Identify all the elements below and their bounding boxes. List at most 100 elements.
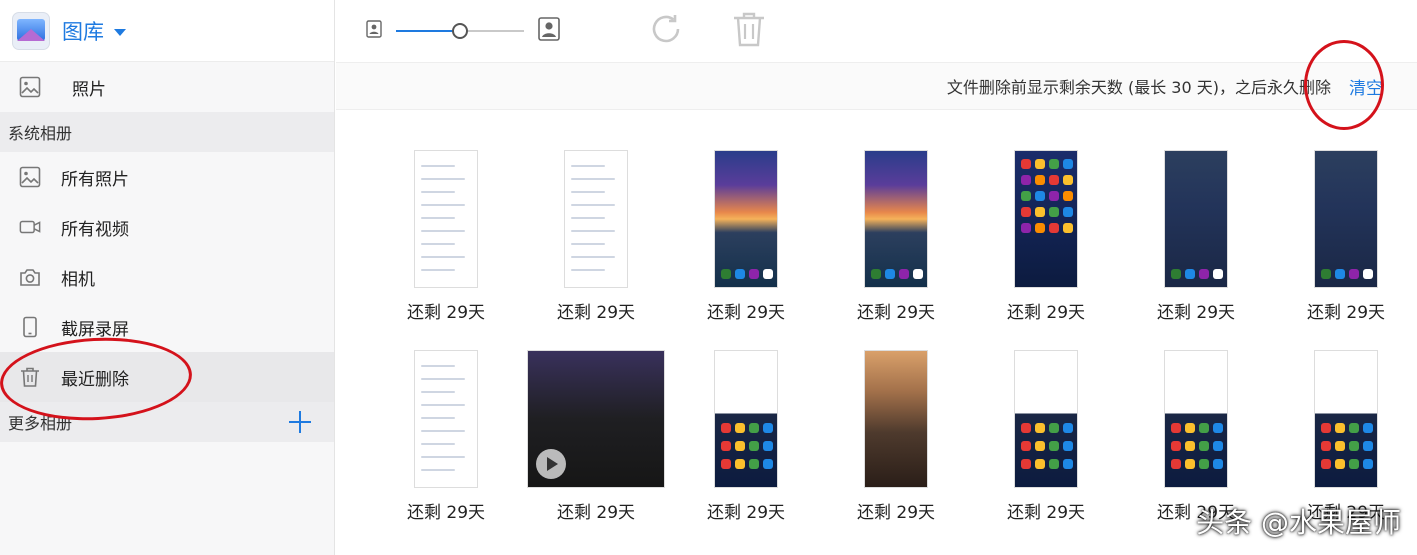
gallery-logo-icon [12,11,50,50]
app-icon [1021,175,1031,185]
grid-item[interactable]: 还剩 29天 [536,150,656,323]
thumbnail-size-slider[interactable] [396,21,524,41]
quick-settings-thumbnail[interactable] [1164,350,1228,488]
lockscreen-dark-thumbnail[interactable] [1164,150,1228,288]
sidebar-item-label: 截屏录屏 [61,319,129,340]
grid-item[interactable]: 还剩 29天 [1136,150,1256,323]
clear-button[interactable]: 清空 [1349,74,1383,99]
grid-item[interactable]: 还剩 29天 [1286,350,1406,523]
grid-item[interactable]: 还剩 29天 [1286,150,1406,323]
settings-screenshot-thumbnail[interactable] [564,150,628,288]
quick-settings-thumbnail[interactable] [714,350,778,488]
app-icon [1199,423,1209,433]
app-icon [1213,441,1223,451]
sidebar-item-label: 所有视频 [61,219,129,240]
delete-button[interactable] [732,11,766,51]
app-icon [1035,175,1045,185]
app-icon [1363,441,1373,451]
app-icon [1199,459,1209,469]
watermark-text: 头条 @水果屋师 [1196,506,1401,539]
app-icon [1171,423,1181,433]
sidebar-item-label: 照片 [72,79,106,100]
dock-icon [1171,269,1181,279]
toolbar [336,0,1417,62]
chevron-down-icon[interactable] [114,28,126,36]
app-icon [1021,191,1031,201]
content-line [571,178,615,180]
sidebar-item-recently-deleted[interactable]: 最近删除 [0,352,334,402]
app-icon [1063,191,1073,201]
lockscreen-sunset-thumbnail[interactable] [714,150,778,288]
section-system-albums: 系统相册 [0,112,334,152]
video-thumbnail[interactable] [527,350,665,488]
settings-screenshot-thumbnail[interactable] [414,150,478,288]
play-icon[interactable] [536,449,566,479]
lockscreen-dark-thumbnail[interactable] [1314,150,1378,288]
homescreen-thumbnail[interactable] [1014,150,1078,288]
grid-item[interactable]: 还剩 29天 [386,150,506,323]
content-line [421,365,455,367]
dock-icon [721,269,731,279]
app-icon [1063,223,1073,233]
dock-icon [871,269,881,279]
sidebar-item-all-videos[interactable]: 所有视频 [0,202,334,252]
grid-item[interactable]: 还剩 29天 [686,150,806,323]
app-icon [1049,423,1059,433]
content-line [421,469,455,471]
content-line [421,430,465,432]
app-icon [749,423,759,433]
days-remaining-label: 还剩 29天 [1306,303,1386,323]
app-icon [1199,441,1209,451]
quick-settings-thumbnail[interactable] [1314,350,1378,488]
content-line [421,178,465,180]
app-icon [1171,459,1181,469]
restore-button[interactable] [648,11,684,51]
grid-item[interactable]: 还剩 29天 [986,350,1106,523]
app-icon [1335,441,1345,451]
grid-item[interactable]: 还剩 29天 [1136,350,1256,523]
content-line [421,217,455,219]
grid-item[interactable]: 还剩 29天 [836,150,956,323]
sidebar-item-screenshots[interactable]: 截屏录屏 [0,302,334,352]
sidebar-item-camera[interactable]: 相机 [0,252,334,302]
app-icon [1321,441,1331,451]
sidebar-item-photos[interactable]: 照片 [0,62,334,112]
grid-item[interactable]: 还剩 29天 [386,350,506,523]
add-album-plus-icon[interactable] [288,410,312,434]
lockscreen-rocks-thumbnail[interactable] [864,350,928,488]
grid-item[interactable]: 还剩 29天 [986,150,1106,323]
grid-item[interactable]: 还剩 29天 [836,350,956,523]
days-remaining-label: 还剩 29天 [856,503,936,523]
app-icon [1049,207,1059,217]
app-icon [1035,159,1045,169]
large-portrait-icon[interactable] [538,17,560,45]
app-icon [1185,459,1195,469]
dock-icon [913,269,923,279]
settings-screenshot-thumbnail[interactable] [414,350,478,488]
app-icon [1021,223,1031,233]
trash-icon [732,11,766,51]
app-icon [1171,441,1181,451]
app-icon [1021,423,1031,433]
content-line [421,165,455,167]
dock-icon [885,269,895,279]
app-icon [1049,159,1059,169]
dock-icon [763,269,773,279]
app-icon [1021,207,1031,217]
app-title[interactable]: 图库 [62,16,104,46]
app-icon [1049,441,1059,451]
sidebar-item-all-photos[interactable]: 所有照片 [0,152,334,202]
dock-icon [1363,269,1373,279]
section-more-albums-label: 更多相册 [8,414,73,433]
grid-item[interactable]: 还剩 29天 [686,350,806,523]
grid-item[interactable]: 还剩 29天 [527,350,665,523]
app-icon [1321,459,1331,469]
lockscreen-sunset-thumbnail[interactable] [864,150,928,288]
quick-settings-thumbnail[interactable] [1014,350,1078,488]
slider-thumb[interactable] [452,23,468,39]
small-portrait-icon[interactable] [366,20,382,42]
days-remaining-label: 还剩 29天 [706,303,786,323]
app-icon [721,423,731,433]
app-icon [1349,423,1359,433]
app-icon [1035,207,1045,217]
